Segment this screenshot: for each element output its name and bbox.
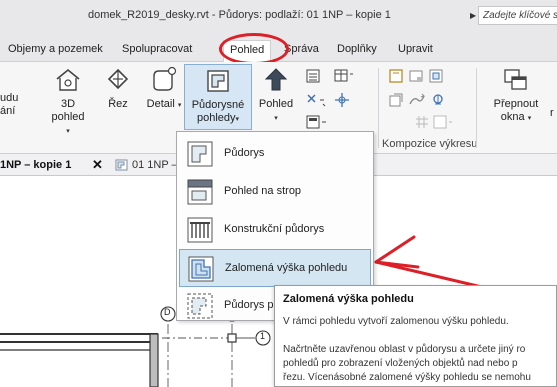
menu-item-label: Půdorys p [224, 299, 274, 311]
switch-windows-label-1: Přepnout [493, 98, 539, 110]
table-icon[interactable] [333, 68, 355, 87]
floor-plan-icon [187, 141, 213, 167]
detail-button[interactable]: Detail ▾ [144, 66, 184, 112]
tab-objemy-a-pozemek[interactable]: Objemy a pozemek [8, 43, 103, 55]
tooltip-title: Zalomená výška pohledu [283, 293, 414, 305]
menu-item-label: Konstrukční půdorys [224, 223, 325, 235]
search-input[interactable] [479, 7, 557, 24]
ribbon-cut-label-2: ání [0, 105, 16, 117]
ribbon-separator [476, 68, 477, 148]
menu-item-label: Půdorys [224, 147, 265, 159]
dropdown-arrow-icon: ▾ [235, 116, 240, 123]
detail-callout-icon [153, 66, 177, 91]
title-block-icon[interactable] [408, 68, 424, 87]
ribbon-cut-button[interactable]: udu ání [0, 92, 18, 118]
tooltip-zalomena-vyska: Zalomená výška pohledu V rámci pohledu v… [274, 285, 557, 387]
plan-views-button[interactable]: Půdorysné pohledy▾ [184, 64, 252, 130]
menu-item-pohled-na-strop[interactable]: Pohled na strop [179, 173, 371, 211]
elevation-icon [264, 68, 288, 91]
ribbon-cut-right[interactable]: r [550, 107, 554, 120]
floor-plan-icon [115, 159, 128, 174]
ribbon-separator [378, 68, 379, 148]
view-reference-icon[interactable] [430, 92, 446, 111]
switch-windows-label-2: okna ▾ [500, 111, 532, 123]
dropdown-arrow-icon: ▾ [66, 128, 70, 135]
ribbon-tab-bar: Objemy a pozemek Spolupracovat Pohled Sp… [0, 38, 557, 63]
menu-item-zalomena-vyska-pohledu[interactable]: Zalomená výška pohledu [179, 249, 371, 287]
tab-upravit[interactable]: Upravit [398, 43, 433, 55]
viewports-icon[interactable] [432, 114, 454, 133]
detail-label: Detail ▾ [146, 98, 182, 110]
tooltip-body-line: řezu. Vícenásobné zalomené výšky pohledu… [283, 372, 531, 383]
dropdown-arrow-icon: ▾ [177, 102, 182, 109]
schedules-icon[interactable] [305, 68, 321, 87]
tooltip-body-line: pohledů pro zobrazení vložených objektů … [283, 358, 518, 369]
place-view-icon[interactable] [428, 68, 444, 87]
elevation-arrow: ▾ [256, 111, 296, 125]
title-bar: domek_R2019_desky.rvt - Půdorys: podlaží… [0, 0, 557, 38]
plan-views-label-1: Půdorysné [191, 99, 245, 111]
3d-view-label-2: pohled ▾ [51, 111, 85, 135]
switch-windows-button[interactable]: Přepnout okna ▾ [487, 66, 545, 125]
plan-views-icon [207, 70, 229, 92]
window-title: domek_R2019_desky.rvt - Půdorys: podlaží… [88, 9, 391, 21]
tab-spolupracovat[interactable]: Spolupracovat [122, 43, 192, 55]
tooltip-body-line: Načrtněte uzavřenou oblast v půdorysu a … [283, 344, 526, 355]
3d-view-label-1: 3D [60, 98, 76, 110]
dropdown-arrow-icon: ▾ [274, 115, 278, 122]
elevation-label: Pohled [258, 98, 294, 110]
menu-item-label: Zalomená výška pohledu [225, 262, 348, 274]
area-plan-icon [187, 293, 213, 319]
grid-bubble-1: 1 [260, 331, 266, 341]
plan-views-label-2: pohledy▾ [196, 112, 240, 124]
panel-label-kompozice: Kompozice výkresu [382, 138, 478, 150]
matchline-grid-icon[interactable] [414, 114, 430, 133]
menu-item-konstrukcni-pudorys[interactable]: Konstrukční půdorys [179, 211, 371, 249]
ceiling-plan-icon [187, 179, 213, 205]
structural-plan-icon [187, 217, 213, 243]
view-tab-active[interactable]: 1NP – kopie 1 [0, 159, 71, 171]
revisions-icon[interactable] [388, 92, 404, 111]
tooltip-description: V rámci pohledu vytvoří zalomenou výšku … [283, 316, 509, 327]
plan-region-icon [188, 256, 214, 282]
menu-item-label: Pohled na strop [224, 185, 302, 197]
elevation-button[interactable]: Pohled ▾ [256, 66, 296, 125]
sheet-icon[interactable] [388, 68, 404, 87]
grid-bubble-d: D [164, 307, 171, 317]
tab-sprava[interactable]: Správa [284, 43, 319, 55]
section-button[interactable]: Řez [104, 66, 132, 111]
ribbon-cut-label-1: udu [0, 92, 19, 104]
menu-item-pudorys[interactable]: Půdorys [179, 135, 371, 173]
expand-arrow-icon[interactable]: ▶ [470, 11, 476, 20]
tab-doplnky[interactable]: Doplňky [337, 43, 377, 55]
3d-view-button[interactable]: 3D pohled ▾ [50, 66, 86, 138]
scope-box-icon[interactable] [305, 92, 329, 111]
section-label: Řez [108, 98, 128, 110]
dropdown-arrow-icon: ▾ [527, 115, 532, 122]
switch-windows-icon [504, 69, 527, 90]
search-box[interactable] [478, 6, 557, 25]
tab-pohled[interactable]: Pohled [223, 40, 272, 63]
house-3d-icon [56, 68, 80, 91]
matchline-icon[interactable] [334, 92, 350, 111]
close-icon[interactable]: ✕ [92, 157, 103, 173]
guide-grid-icon[interactable] [408, 92, 426, 111]
section-icon [107, 68, 129, 90]
